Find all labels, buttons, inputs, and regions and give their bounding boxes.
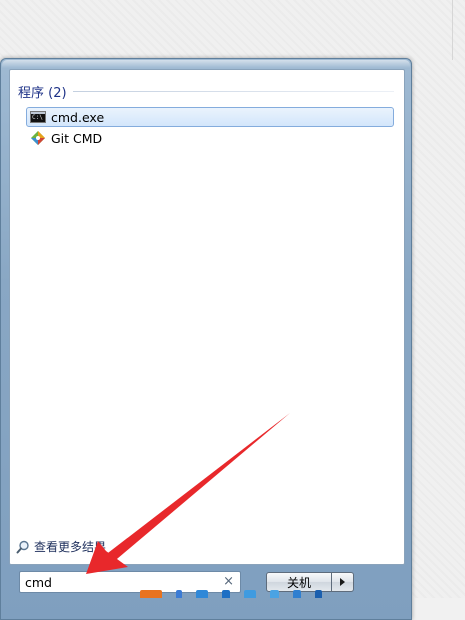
result-item-label: Git CMD: [51, 130, 103, 146]
programs-group-header: 程序 (2): [18, 82, 394, 101]
chevron-right-icon: [340, 578, 345, 586]
group-divider: [72, 90, 394, 92]
glass-highlight: [2, 60, 410, 68]
start-menu: 程序 (2) cmd.exe Git CMD 查看更多结果: [0, 58, 412, 620]
taskbar-app-icon[interactable]: [176, 590, 182, 598]
taskbar-app-icon[interactable]: [140, 590, 162, 598]
programs-group-title: 程序 (2): [18, 85, 67, 101]
git-icon: [31, 131, 45, 145]
taskbar-app-icon[interactable]: [315, 590, 322, 598]
search-results-pane: 程序 (2) cmd.exe Git CMD: [9, 69, 405, 565]
clear-search-icon[interactable]: ×: [223, 575, 234, 589]
cmd-icon: [30, 111, 46, 123]
see-more-results-label: 查看更多结果: [34, 540, 107, 554]
taskbar-glimpse: [140, 588, 465, 598]
result-item-label: cmd.exe: [51, 109, 105, 125]
taskbar-app-icon[interactable]: [196, 590, 208, 598]
result-item-git-cmd[interactable]: Git CMD: [26, 128, 394, 148]
taskbar-app-icon[interactable]: [270, 590, 279, 598]
taskbar-app-icon[interactable]: [222, 590, 230, 598]
search-icon: [16, 540, 29, 553]
taskbar-app-icon[interactable]: [293, 590, 301, 598]
see-more-results-link[interactable]: 查看更多结果: [16, 538, 106, 555]
result-item-cmd[interactable]: cmd.exe: [26, 107, 394, 127]
background-divider: [452, 0, 453, 60]
taskbar-app-icon[interactable]: [244, 590, 256, 598]
